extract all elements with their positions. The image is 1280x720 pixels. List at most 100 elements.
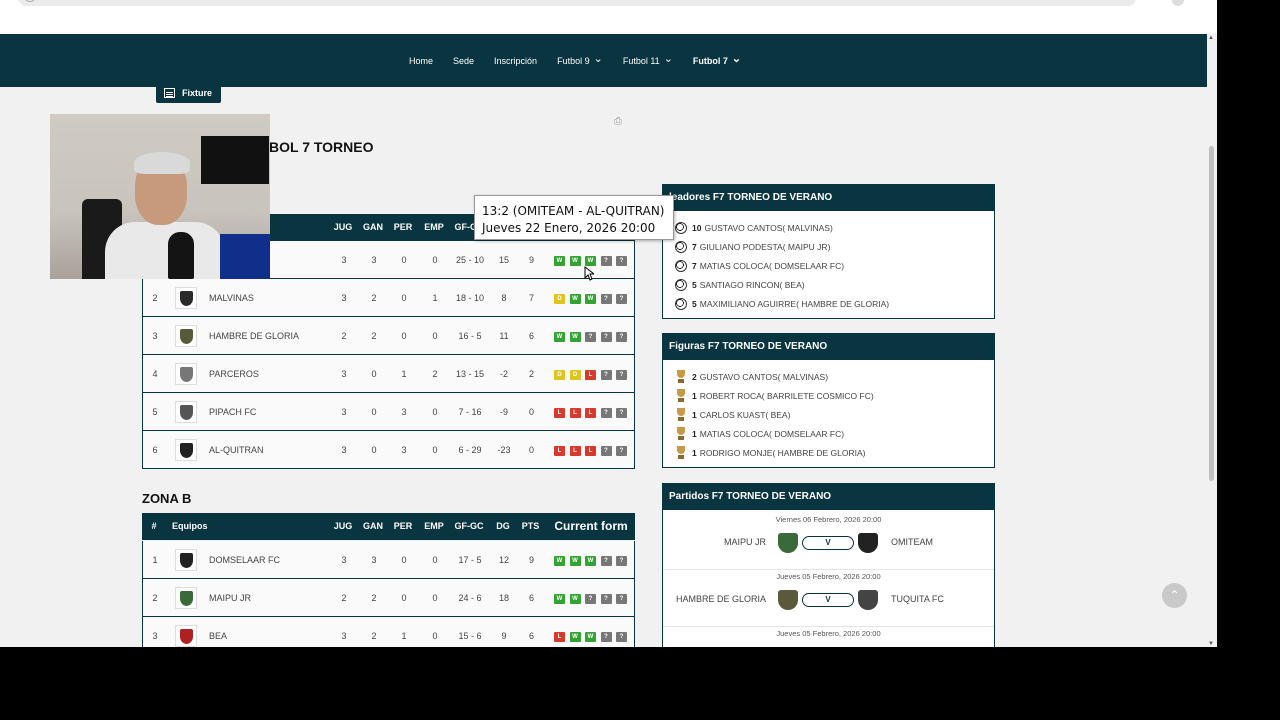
form-badge[interactable]: ? [600, 632, 612, 642]
form-badge[interactable]: ? [600, 594, 612, 604]
form-badge[interactable]: D [569, 370, 581, 380]
table-row[interactable]: 6 AL-QUITRAN 3 0 3 0 6 - 29 -23 0 L L L?? [142, 431, 635, 469]
team-name[interactable]: MALVINAS [209, 279, 254, 317]
form-badge[interactable]: W [554, 594, 565, 604]
form-badge[interactable]: ? [616, 556, 627, 566]
nav-item-2[interactable]: Inscripción [494, 56, 537, 66]
table-row[interactable]: 3 BEA 3 2 1 0 15 - 6 9 6 L W W?? [142, 617, 635, 647]
col-per: PER [393, 521, 413, 531]
scrollbar-thumb[interactable] [1209, 146, 1214, 481]
form-badge[interactable]: ? [600, 408, 612, 418]
form-badge[interactable]: D [554, 294, 565, 304]
row-position: 4 [152, 369, 158, 379]
table-row[interactable]: 1 DOMSELAAR FC 3 3 0 0 17 - 5 12 9 W W W?? [142, 541, 635, 579]
form-badge[interactable]: ? [616, 446, 627, 456]
form-badge[interactable]: ? [600, 332, 612, 342]
form-badge[interactable]: L [585, 408, 596, 418]
cell-gan: 2 [371, 293, 377, 303]
cell-gf: 24 - 6 [458, 593, 482, 603]
print-icon[interactable]: ⎙ [614, 117, 626, 127]
form-badge[interactable]: W [585, 632, 596, 642]
nav-item-0[interactable]: Home [409, 56, 433, 66]
item-count: 5 [692, 279, 697, 290]
match-row[interactable]: HAMBRE DE GLORIA V TUQUITA FC [663, 584, 994, 627]
team-name[interactable]: PIPACH FC [209, 393, 256, 431]
form-badge[interactable]: W [585, 294, 596, 304]
form-badge[interactable]: W [569, 556, 581, 566]
address-bar[interactable] [18, 0, 1136, 6]
page-scrollbar[interactable]: ▲ ▼ [1207, 34, 1217, 647]
table-row[interactable]: 5 PIPACH FC 3 0 3 0 7 - 16 -9 0 L L L?? [142, 393, 635, 431]
form-badge[interactable]: L [585, 446, 596, 456]
cell-per: 3 [401, 407, 407, 417]
form-badge[interactable]: W [554, 256, 565, 266]
form-badge[interactable]: ? [616, 370, 627, 380]
match-row[interactable]: MAIPU JR V OMITEAM [663, 527, 994, 570]
form-badge[interactable]: L [585, 370, 596, 380]
team-name[interactable]: MAIPU JR [209, 579, 251, 617]
cell-pts: 9 [528, 555, 534, 565]
form-badge[interactable]: ? [616, 332, 627, 342]
fixture-tab[interactable]: Fixture [156, 82, 221, 103]
cell-per: 1 [401, 631, 407, 641]
form-badge[interactable]: W [554, 332, 565, 342]
form-badge[interactable]: L [554, 408, 565, 418]
form-badge[interactable]: ? [616, 256, 627, 266]
team-name[interactable]: HAMBRE DE GLORIA [209, 317, 299, 355]
scroll-up-icon[interactable]: ▲ [1208, 35, 1214, 41]
form-badge[interactable]: ? [616, 594, 627, 604]
form-badge[interactable]: W [569, 594, 581, 604]
browser-menu-icon[interactable] [1172, 0, 1184, 6]
form-badge[interactable]: W [569, 332, 581, 342]
nav-item-1[interactable]: Sede [453, 56, 474, 66]
team-name[interactable]: PARCEROS [209, 355, 259, 393]
table-row[interactable]: 4 PARCEROS 3 0 1 2 13 - 15 -2 2 D D L?? [142, 355, 635, 393]
form-badge[interactable]: ? [585, 332, 596, 342]
table-row[interactable]: 2 MALVINAS 3 2 0 1 18 - 10 8 7 D W W?? [142, 279, 635, 317]
form-badge[interactable]: ? [600, 370, 612, 380]
form-badge[interactable]: ? [600, 294, 612, 304]
goleadores-list: 10 GUSTAVO CANTOS( MALVINAS) 7 GIULIANO POD… [663, 211, 994, 313]
form-badge[interactable]: ? [616, 632, 627, 642]
site-info-icon[interactable] [24, 0, 36, 2]
team-name[interactable]: BEA [209, 617, 227, 647]
form-badge[interactable]: L [554, 446, 565, 456]
vs-badge[interactable]: V [802, 536, 854, 550]
table-row[interactable]: 2 MAIPU JR 2 2 0 0 24 - 6 18 6 W W??? [142, 579, 635, 617]
form-badge[interactable]: ? [585, 594, 596, 604]
form-badge[interactable]: ? [600, 256, 612, 266]
form-badge[interactable]: L [554, 632, 565, 642]
match-date: Jueves 05 Febrero, 2026 20:00 [776, 572, 881, 581]
form-badge[interactable]: W [585, 256, 596, 266]
form-badge[interactable]: ? [616, 408, 627, 418]
nav-item-3[interactable]: Futbol 9 ⌄ [557, 53, 603, 66]
form-badge[interactable]: ? [616, 294, 627, 304]
form-badge[interactable]: W [569, 632, 581, 642]
form-badge[interactable]: W [554, 556, 565, 566]
form-badge[interactable]: L [569, 408, 581, 418]
cell-gf: 17 - 5 [458, 555, 482, 565]
nav-item-5[interactable]: Futbol 7 ⌄ [693, 53, 741, 66]
current-form: L W W?? [554, 632, 632, 642]
row-position: 5 [152, 407, 158, 417]
vs-badge[interactable]: V [802, 593, 854, 607]
back-to-top-button[interactable]: ⌃ [1162, 583, 1187, 608]
list-item: 1 CARLOS KUAST( BEA) [663, 405, 994, 424]
table-row[interactable]: 3 HAMBRE DE GLORIA 2 2 0 0 16 - 5 11 6 W W??? [142, 317, 635, 355]
form-badge[interactable]: W [569, 256, 581, 266]
cell-gan: 3 [371, 555, 377, 565]
form-badge[interactable]: W [585, 556, 596, 566]
home-team-logo-icon [778, 533, 798, 553]
form-badge[interactable]: D [554, 370, 565, 380]
figuras-list: 2 GUSTAVO CANTOS( MALVINAS) 1 ROBERT ROCA( … [663, 360, 994, 462]
form-badge[interactable]: L [569, 446, 581, 456]
home-team: MAIPU JR [723, 537, 766, 547]
figuras-title: Figuras F7 TORNEO DE VERANO [663, 334, 994, 360]
form-badge[interactable]: W [569, 294, 581, 304]
team-name[interactable]: AL-QUITRAN [209, 431, 264, 469]
team-name[interactable]: DOMSELAAR FC [209, 541, 280, 579]
form-badge[interactable]: ? [600, 556, 612, 566]
form-badge[interactable]: ? [600, 446, 612, 456]
nav-item-4[interactable]: Futbol 11 ⌄ [623, 53, 673, 66]
scroll-down-icon[interactable]: ▼ [1208, 641, 1214, 647]
